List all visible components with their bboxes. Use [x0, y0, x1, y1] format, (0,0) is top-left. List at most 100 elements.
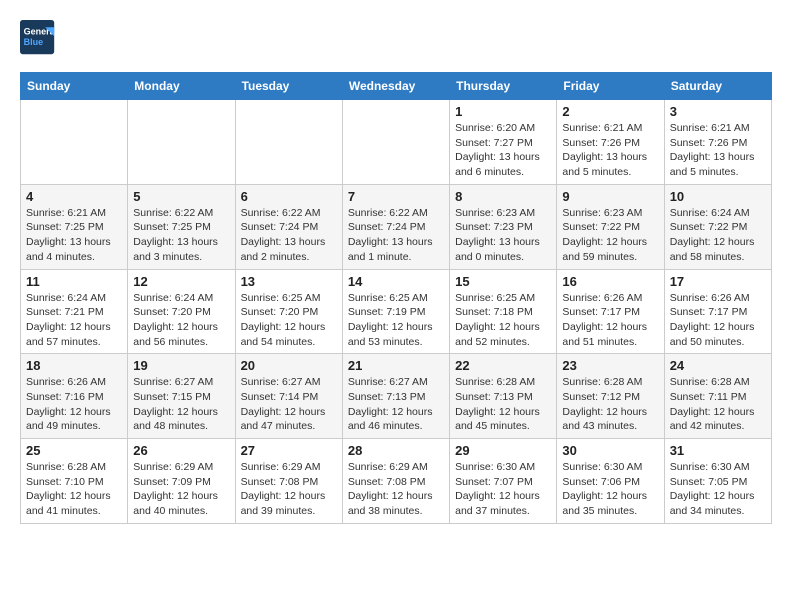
- day-number: 7: [348, 189, 444, 204]
- weekday-header-thursday: Thursday: [450, 73, 557, 100]
- calendar-cell: 12Sunrise: 6:24 AMSunset: 7:20 PMDayligh…: [128, 269, 235, 354]
- calendar-cell: 29Sunrise: 6:30 AMSunset: 7:07 PMDayligh…: [450, 439, 557, 524]
- day-number: 30: [562, 443, 658, 458]
- logo: General Blue: [20, 20, 56, 56]
- day-info: Sunrise: 6:28 AMSunset: 7:10 PMDaylight:…: [26, 460, 122, 519]
- day-number: 19: [133, 358, 229, 373]
- day-info: Sunrise: 6:21 AMSunset: 7:25 PMDaylight:…: [26, 206, 122, 265]
- day-info: Sunrise: 6:22 AMSunset: 7:24 PMDaylight:…: [241, 206, 337, 265]
- calendar-cell: 26 Sunrise: 6:29 AMSunset: 7:09 PMDayligh…: [128, 439, 235, 524]
- day-number: 10: [670, 189, 766, 204]
- calendar-cell: [128, 100, 235, 185]
- day-number: 3: [670, 104, 766, 119]
- page-header: General Blue: [20, 20, 772, 56]
- day-number: 8: [455, 189, 551, 204]
- weekday-header-friday: Friday: [557, 73, 664, 100]
- day-info: Sunrise: 6:23 AMSunset: 7:22 PMDaylight:…: [562, 206, 658, 265]
- calendar-cell: 18 Sunrise: 6:26 AMSunset: 7:16 PMDayligh…: [21, 354, 128, 439]
- day-number: 4: [26, 189, 122, 204]
- day-number: 2: [562, 104, 658, 119]
- day-info: Sunrise: 6:26 AMSunset: 7:17 PMDaylight:…: [670, 291, 766, 350]
- calendar-cell: 10 Sunrise: 6:24 AMSunset: 7:22 PMDayligh…: [664, 184, 771, 269]
- day-number: 14: [348, 274, 444, 289]
- day-info: Sunrise: 6:28 AMSunset: 7:12 PMDaylight:…: [562, 375, 658, 434]
- day-info: Sunrise: 6:28 AMSunset: 7:13 PMDaylight:…: [455, 375, 551, 434]
- weekday-header-wednesday: Wednesday: [342, 73, 449, 100]
- day-number: 11: [26, 274, 122, 289]
- day-info: Sunrise: 6:27 AMSunset: 7:14 PMDaylight:…: [241, 375, 337, 434]
- calendar-week-row: 18 Sunrise: 6:26 AMSunset: 7:16 PMDayligh…: [21, 354, 772, 439]
- day-number: 9: [562, 189, 658, 204]
- calendar-week-row: 11 Sunrise: 6:24 AMSunset: 7:21 PMDayligh…: [21, 269, 772, 354]
- calendar-cell: 19 Sunrise: 6:27 AMSunset: 7:15 PMDayligh…: [128, 354, 235, 439]
- day-info: Sunrise: 6:29 AMSunset: 7:08 PMDaylight:…: [348, 460, 444, 519]
- calendar-table: SundayMondayTuesdayWednesdayThursdayFrid…: [20, 72, 772, 524]
- day-number: 26: [133, 443, 229, 458]
- day-info: Sunrise: 6:25 AMSunset: 7:18 PMDaylight:…: [455, 291, 551, 350]
- day-number: 13: [241, 274, 337, 289]
- day-info: Sunrise: 6:24 AMSunset: 7:20 PMDaylight:…: [133, 291, 229, 350]
- day-info: Sunrise: 6:26 AMSunset: 7:16 PMDaylight:…: [26, 375, 122, 434]
- calendar-cell: 23Sunrise: 6:28 AMSunset: 7:12 PMDayligh…: [557, 354, 664, 439]
- calendar-cell: [342, 100, 449, 185]
- weekday-header-monday: Monday: [128, 73, 235, 100]
- day-info: Sunrise: 6:29 AMSunset: 7:09 PMDaylight:…: [133, 460, 229, 519]
- day-info: Sunrise: 6:27 AMSunset: 7:13 PMDaylight:…: [348, 375, 444, 434]
- day-number: 15: [455, 274, 551, 289]
- calendar-cell: 4 Sunrise: 6:21 AMSunset: 7:25 PMDaylight…: [21, 184, 128, 269]
- day-number: 21: [348, 358, 444, 373]
- day-info: Sunrise: 6:22 AMSunset: 7:24 PMDaylight:…: [348, 206, 444, 265]
- day-number: 16: [562, 274, 658, 289]
- calendar-week-row: 25 Sunrise: 6:28 AMSunset: 7:10 PMDayligh…: [21, 439, 772, 524]
- day-info: Sunrise: 6:25 AMSunset: 7:20 PMDaylight:…: [241, 291, 337, 350]
- calendar-cell: 1 Sunrise: 6:20 AMSunset: 7:27 PMDaylight…: [450, 100, 557, 185]
- day-number: 28: [348, 443, 444, 458]
- weekday-header-tuesday: Tuesday: [235, 73, 342, 100]
- day-info: Sunrise: 6:21 AMSunset: 7:26 PMDaylight:…: [670, 121, 766, 180]
- calendar-cell: 11 Sunrise: 6:24 AMSunset: 7:21 PMDayligh…: [21, 269, 128, 354]
- day-info: Sunrise: 6:22 AMSunset: 7:25 PMDaylight:…: [133, 206, 229, 265]
- svg-text:Blue: Blue: [24, 37, 44, 47]
- calendar-cell: [235, 100, 342, 185]
- day-info: Sunrise: 6:30 AMSunset: 7:06 PMDaylight:…: [562, 460, 658, 519]
- day-number: 20: [241, 358, 337, 373]
- day-number: 18: [26, 358, 122, 373]
- calendar-cell: 30 Sunrise: 6:30 AMSunset: 7:06 PMDayligh…: [557, 439, 664, 524]
- day-number: 6: [241, 189, 337, 204]
- calendar-week-row: 1 Sunrise: 6:20 AMSunset: 7:27 PMDaylight…: [21, 100, 772, 185]
- day-info: Sunrise: 6:20 AMSunset: 7:27 PMDaylight:…: [455, 121, 551, 180]
- calendar-cell: 7 Sunrise: 6:22 AMSunset: 7:24 PMDaylight…: [342, 184, 449, 269]
- day-number: 31: [670, 443, 766, 458]
- calendar-cell: 2 Sunrise: 6:21 AMSunset: 7:26 PMDaylight…: [557, 100, 664, 185]
- day-info: Sunrise: 6:24 AMSunset: 7:21 PMDaylight:…: [26, 291, 122, 350]
- calendar-cell: 15 Sunrise: 6:25 AMSunset: 7:18 PMDayligh…: [450, 269, 557, 354]
- day-info: Sunrise: 6:27 AMSunset: 7:15 PMDaylight:…: [133, 375, 229, 434]
- calendar-cell: [21, 100, 128, 185]
- calendar-cell: 5Sunrise: 6:22 AMSunset: 7:25 PMDaylight…: [128, 184, 235, 269]
- calendar-cell: 21 Sunrise: 6:27 AMSunset: 7:13 PMDayligh…: [342, 354, 449, 439]
- day-number: 27: [241, 443, 337, 458]
- calendar-cell: 25 Sunrise: 6:28 AMSunset: 7:10 PMDayligh…: [21, 439, 128, 524]
- logo-icon: General Blue: [20, 20, 56, 56]
- calendar-cell: 24Sunrise: 6:28 AMSunset: 7:11 PMDayligh…: [664, 354, 771, 439]
- day-info: Sunrise: 6:24 AMSunset: 7:22 PMDaylight:…: [670, 206, 766, 265]
- day-info: Sunrise: 6:29 AMSunset: 7:08 PMDaylight:…: [241, 460, 337, 519]
- calendar-cell: 27 Sunrise: 6:29 AMSunset: 7:08 PMDayligh…: [235, 439, 342, 524]
- calendar-cell: 31 Sunrise: 6:30 AMSunset: 7:05 PMDayligh…: [664, 439, 771, 524]
- day-number: 25: [26, 443, 122, 458]
- day-number: 1: [455, 104, 551, 119]
- day-info: Sunrise: 6:30 AMSunset: 7:07 PMDaylight:…: [455, 460, 551, 519]
- day-number: 17: [670, 274, 766, 289]
- day-info: Sunrise: 6:23 AMSunset: 7:23 PMDaylight:…: [455, 206, 551, 265]
- day-info: Sunrise: 6:21 AMSunset: 7:26 PMDaylight:…: [562, 121, 658, 180]
- calendar-cell: 22Sunrise: 6:28 AMSunset: 7:13 PMDayligh…: [450, 354, 557, 439]
- calendar-cell: 8 Sunrise: 6:23 AMSunset: 7:23 PMDaylight…: [450, 184, 557, 269]
- calendar-cell: 17 Sunrise: 6:26 AMSunset: 7:17 PMDayligh…: [664, 269, 771, 354]
- calendar-cell: 28 Sunrise: 6:29 AMSunset: 7:08 PMDayligh…: [342, 439, 449, 524]
- weekday-header-sunday: Sunday: [21, 73, 128, 100]
- day-info: Sunrise: 6:30 AMSunset: 7:05 PMDaylight:…: [670, 460, 766, 519]
- calendar-cell: 6 Sunrise: 6:22 AMSunset: 7:24 PMDaylight…: [235, 184, 342, 269]
- day-info: Sunrise: 6:28 AMSunset: 7:11 PMDaylight:…: [670, 375, 766, 434]
- day-info: Sunrise: 6:25 AMSunset: 7:19 PMDaylight:…: [348, 291, 444, 350]
- calendar-cell: 20 Sunrise: 6:27 AMSunset: 7:14 PMDayligh…: [235, 354, 342, 439]
